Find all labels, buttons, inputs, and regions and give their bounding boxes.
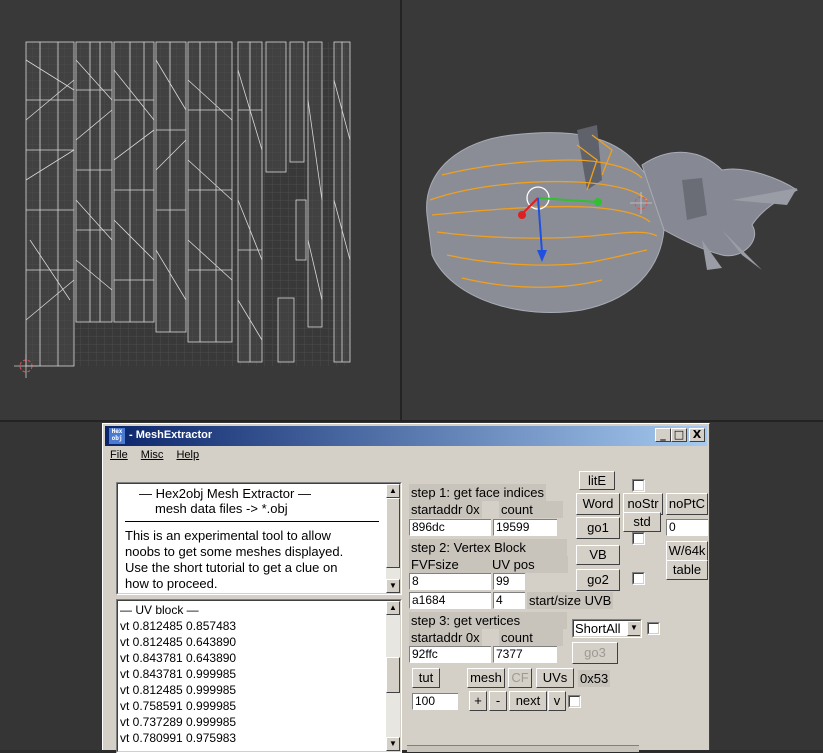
std-button[interactable]: std (623, 512, 661, 532)
uv-row: vt 0.758591 0.999985 (120, 699, 237, 713)
uv-row: vt 0.812485 0.857483 (120, 619, 237, 633)
vb-button[interactable]: VB (576, 545, 620, 565)
info-scrollbar[interactable]: ▲ ▼ (386, 484, 400, 593)
chevron-down-icon[interactable]: ▼ (627, 621, 641, 636)
tut-button[interactable]: tut (412, 668, 440, 688)
table-button[interactable]: table (666, 560, 708, 580)
w64k-button[interactable]: W/64k (666, 541, 708, 561)
menu-help[interactable]: Help (171, 447, 204, 463)
cf-button[interactable]: CF (508, 668, 532, 688)
next-button[interactable]: next (509, 691, 547, 711)
step1-count-label: count (499, 501, 563, 518)
info-line-2: noobs to get some meshes displayed. (125, 544, 344, 559)
top-checkbox[interactable] (632, 479, 645, 492)
client-area: — Hex2obj Mesh Extractor — mesh data fil… (107, 468, 708, 753)
info-textbox[interactable]: — Hex2obj Mesh Extractor — mesh data fil… (116, 482, 402, 595)
maximize-button[interactable]: □ (671, 428, 687, 442)
uv-row: vt 0.812485 0.999985 (120, 683, 237, 697)
title-bar[interactable]: Hex obj - MeshExtractor _ □ X (105, 426, 707, 446)
info-line-3: Use the short tutorial to get a clue on (125, 560, 338, 575)
step3-startaddr-input[interactable]: 92ffc (409, 646, 491, 663)
step2-title: step 2: Vertex Block (409, 539, 567, 556)
uv-scrollbar[interactable]: ▲ ▼ (386, 601, 400, 751)
info-line-1: This is an experimental tool to allow (125, 528, 331, 543)
scroll-down-icon[interactable]: ▼ (386, 737, 400, 751)
uv-layout-canvas[interactable] (0, 0, 400, 420)
std-checkbox[interactable] (632, 532, 645, 545)
word-button[interactable]: Word (576, 493, 620, 515)
step2-fvfsize-label: FVFsize (409, 556, 491, 573)
uv-row: vt 0.812485 0.643890 (120, 635, 237, 649)
step3-count-label: count (499, 629, 563, 646)
mesh-object (426, 125, 798, 313)
uv-block-listbox[interactable]: — UV block — vt 0.812485 0.857483 vt 0.8… (116, 599, 402, 753)
step3-title: step 3: get vertices (409, 612, 567, 629)
noptc-button[interactable]: noPtC (666, 493, 708, 515)
uvb-size-input[interactable]: 4 (493, 592, 525, 609)
info-subheading: mesh data files -> *.obj (155, 501, 288, 516)
menu-misc[interactable]: Misc (136, 447, 169, 463)
scroll-up-icon[interactable]: ▲ (386, 601, 400, 615)
scroll-thumb[interactable] (386, 657, 400, 693)
3d-mesh-canvas[interactable] (402, 0, 823, 420)
lite-button[interactable]: litE (579, 471, 615, 490)
step1-startaddr-label: startaddr 0x (409, 501, 482, 518)
info-divider (125, 521, 379, 522)
go2-checkbox[interactable] (632, 572, 645, 585)
uv-block-heading: — UV block — (120, 603, 199, 617)
hex-value-label: 0x53 (578, 670, 611, 687)
info-heading: — Hex2obj Mesh Extractor — (139, 486, 311, 501)
plus-button[interactable]: + (469, 691, 487, 711)
step1-title: step 1: get face indices (409, 484, 546, 501)
step2-uvpos-label: UV pos (490, 556, 568, 573)
fvfsize-input[interactable]: 8 (409, 573, 491, 590)
step-size-input[interactable]: 100 (412, 693, 458, 710)
uv-row: vt 0.843781 0.999985 (120, 667, 237, 681)
go1-button[interactable]: go1 (576, 517, 620, 539)
menu-bar: File Misc Help (105, 447, 204, 465)
uv-row: vt 0.780991 0.975983 (120, 731, 237, 745)
3d-viewport[interactable] (402, 0, 823, 420)
v-button[interactable]: v (548, 691, 566, 711)
scroll-up-icon[interactable]: ▲ (386, 484, 400, 498)
uv-row: vt 0.843781 0.643890 (120, 651, 237, 665)
window-title: - MeshExtractor (129, 429, 213, 441)
v-checkbox[interactable] (568, 695, 581, 708)
startsize-uvb-label: start/size UVB (527, 592, 614, 609)
menu-file[interactable]: File (105, 447, 133, 463)
minus-button[interactable]: - (489, 691, 507, 711)
uvs-button[interactable]: UVs (536, 668, 574, 688)
scroll-down-icon[interactable]: ▼ (386, 579, 400, 593)
status-strip (407, 745, 639, 752)
mesh-extractor-window: Hex obj - MeshExtractor _ □ X File Misc … (102, 423, 710, 753)
mesh-button[interactable]: mesh (467, 668, 505, 688)
format-checkbox[interactable] (647, 622, 660, 635)
info-line-4: how to proceed. (125, 576, 218, 591)
app-icon[interactable]: Hex obj (109, 428, 125, 444)
step3-count-input[interactable]: 7377 (493, 646, 557, 663)
vertex-format-select[interactable]: ShortAll ▼ (572, 619, 642, 638)
uv-row: vt 0.737289 0.999985 (120, 715, 237, 729)
close-button[interactable]: X (689, 428, 705, 442)
step3-startaddr-label: startaddr 0x (409, 629, 482, 646)
uvb-start-input[interactable]: a1684 (409, 592, 491, 609)
step1-startaddr-input[interactable]: 896dc (409, 519, 491, 536)
minimize-button[interactable]: _ (655, 428, 671, 442)
go2-button[interactable]: go2 (576, 569, 620, 591)
scroll-thumb[interactable] (386, 498, 400, 568)
uv-editor-viewport[interactable] (0, 0, 400, 420)
offset-input[interactable]: 0 (666, 519, 708, 536)
go3-button[interactable]: go3 (572, 642, 618, 664)
vertex-format-value: ShortAll (575, 621, 621, 636)
uvpos-input[interactable]: 99 (493, 573, 525, 590)
step1-count-input[interactable]: 19599 (493, 519, 557, 536)
